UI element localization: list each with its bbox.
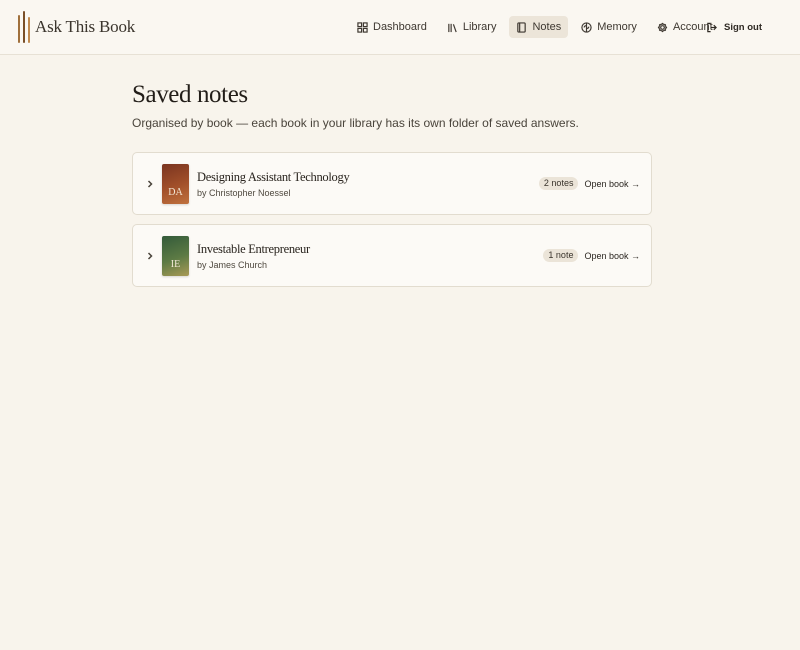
grid-icon [357,21,368,33]
nav-item-label: Notes [532,21,562,33]
top-bar: Ask This Book Dashboard Library Notes Me… [0,0,800,55]
nav-item-label: Memory [597,21,637,33]
open-book-link[interactable]: Open book → [584,251,640,261]
main-content: Saved notes Organised by book — each boo… [132,80,652,287]
open-book-link[interactable]: Open book → [584,179,640,189]
card-actions: 2 notes Open book → [538,177,640,190]
logo-mark-icon [18,11,30,43]
nav-item-library[interactable]: Library [440,16,504,38]
book-folder-card[interactable]: IE Investable Entrepreneur by James Chur… [132,224,652,287]
book-meta: Designing Assistant Technology by Christ… [197,169,350,198]
notes-count-badge: 2 notes [538,177,579,190]
cover-initials: IE [170,258,181,270]
notebook-icon [517,21,527,33]
cover-initials: DA [168,186,183,198]
sign-out-label: Sign out [724,21,762,33]
sign-out-icon [707,22,717,32]
app-logo[interactable]: Ask This Book [18,0,135,55]
book-author: by Christopher Noessel [197,187,291,198]
gear-icon [657,22,668,32]
card-actions: 1 note Open book → [543,249,640,262]
book-meta: Investable Entrepreneur by James Church [197,242,310,270]
main-nav: Dashboard Library Notes Memory Account [350,16,720,38]
library-icon [448,23,457,32]
book-cover: IE [162,235,189,276]
notes-count-badge: 1 note [543,249,579,262]
expand-chevron-icon[interactable] [145,251,155,261]
book-cover: DA [162,163,189,204]
nav-item-dashboard[interactable]: Dashboard [350,16,434,38]
book-folder-card[interactable]: DA Designing Assistant Technology by Chr… [132,152,652,215]
book-author: by James Church [197,259,268,270]
nav-item-notes[interactable]: Notes [509,16,569,38]
book-folder-list: DA Designing Assistant Technology by Chr… [132,152,652,287]
nav-item-memory[interactable]: Memory [574,16,644,38]
expand-chevron-icon[interactable] [145,179,155,189]
book-title: Investable Entrepreneur [197,241,310,256]
brain-icon [581,21,592,33]
book-title: Designing Assistant Technology [197,169,350,184]
nav-item-label: Dashboard [373,21,427,33]
sign-out-button[interactable]: Sign out [702,16,766,38]
page-subtitle: Organised by book — each book in your li… [132,116,579,130]
nav-item-label: Library [462,21,497,33]
page-title: Saved notes [132,81,248,108]
app-name: Ask This Book [35,17,136,36]
